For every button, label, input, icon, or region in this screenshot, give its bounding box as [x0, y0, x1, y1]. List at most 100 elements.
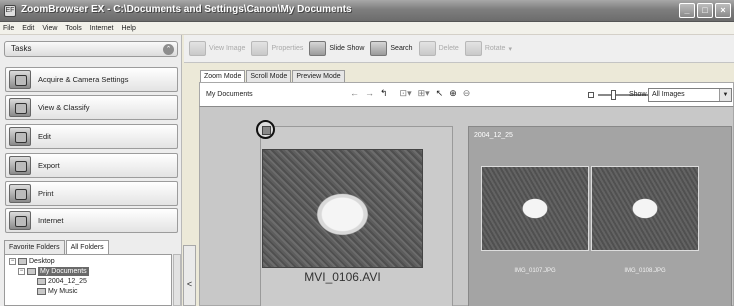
- zoom-in-icon[interactable]: ⊕: [449, 88, 457, 99]
- slide-show-icon: [309, 41, 327, 56]
- printer-icon: [9, 184, 31, 203]
- menu-bar: File Edit View Tools Internet Help: [0, 22, 734, 35]
- movie-thumbnail[interactable]: [262, 149, 423, 268]
- toolbar: View Image Properties Slide Show Search …: [184, 35, 734, 63]
- task-label: View & Classify: [38, 103, 90, 112]
- collapse-panel-button[interactable]: <: [183, 245, 196, 306]
- view-classify-icon: [9, 98, 31, 117]
- image-browser-area: MVI_0106.AVI 2004_12_25 IMG_0107.JPG IMG…: [199, 106, 734, 306]
- tree-item-my-documents[interactable]: − My Documents: [18, 267, 89, 276]
- menu-tools[interactable]: Tools: [65, 25, 81, 32]
- task-label: Edit: [38, 132, 51, 141]
- movie-icon: [256, 120, 275, 139]
- menu-view[interactable]: View: [42, 25, 57, 32]
- breadcrumb: My Documents: [206, 91, 253, 98]
- window-title: ZoomBrowser EX - C:\Documents and Settin…: [21, 4, 352, 15]
- globe-icon: [9, 211, 31, 230]
- back-arrow-icon[interactable]: ←: [350, 88, 359, 99]
- tasks-header[interactable]: Tasks ⌃: [4, 41, 178, 57]
- rotate-button[interactable]: Rotate ▾: [464, 41, 512, 56]
- pointer-icon[interactable]: ↖: [436, 88, 444, 99]
- task-label: Acquire & Camera Settings: [38, 75, 129, 84]
- menu-edit[interactable]: Edit: [22, 25, 34, 32]
- tab-favorite-folders[interactable]: Favorite Folders: [4, 240, 65, 254]
- rotate-label: Rotate: [484, 45, 506, 52]
- task-acquire-camera-settings[interactable]: Acquire & Camera Settings: [5, 67, 178, 92]
- small-thumbnail-icon: [588, 92, 594, 98]
- select-mode-icon[interactable]: ⊡▾: [400, 88, 412, 99]
- delete-button[interactable]: Delete: [418, 41, 459, 56]
- view-image-icon: [189, 41, 206, 56]
- chevron-down-icon[interactable]: ▾: [508, 45, 512, 53]
- collapse-icon[interactable]: ⌃: [163, 44, 174, 55]
- slide-show-button[interactable]: Slide Show: [309, 41, 364, 56]
- tree-item-label: 2004_12_25: [48, 278, 87, 285]
- view-image-button[interactable]: View Image: [189, 41, 245, 56]
- tree-item-label: My Music: [48, 288, 78, 295]
- up-folder-icon[interactable]: ↰: [380, 88, 388, 99]
- movie-caption: MVI_0106.AVI: [304, 270, 381, 284]
- properties-button[interactable]: Properties: [251, 41, 303, 56]
- tree-item-label: My Documents: [38, 267, 89, 276]
- tree-item-label: Desktop: [29, 258, 55, 265]
- tree-item-2004-12-25[interactable]: 2004_12_25: [37, 277, 87, 286]
- task-internet[interactable]: Internet: [5, 208, 178, 233]
- collapse-tree-icon[interactable]: −: [9, 258, 16, 265]
- menu-file[interactable]: File: [3, 25, 14, 32]
- tree-item-desktop[interactable]: − Desktop: [9, 257, 55, 266]
- collapse-tree-icon[interactable]: −: [18, 268, 25, 275]
- forward-arrow-icon[interactable]: →: [365, 88, 374, 99]
- folder-icon: [37, 278, 46, 285]
- image-caption: IMG_0108.JPG: [624, 268, 666, 274]
- folder-group-label: 2004_12_25: [474, 132, 513, 139]
- chevron-down-icon[interactable]: ▼: [719, 89, 731, 101]
- music-folder-icon: [37, 288, 46, 295]
- tree-item-my-music[interactable]: My Music: [37, 287, 78, 296]
- tab-preview-mode[interactable]: Preview Mode: [292, 70, 345, 82]
- task-label: Internet: [38, 216, 64, 225]
- folder-icon: [27, 268, 36, 275]
- tasks-header-label: Tasks: [11, 44, 32, 53]
- camera-icon: [9, 70, 31, 89]
- close-button[interactable]: ×: [715, 3, 731, 18]
- show-filter-select[interactable]: All Images ▼: [648, 88, 732, 102]
- view-bar: My Documents ← → ↰ ⊡▾ ⊞▾ ↖ ⊕ ⊖ Show All …: [199, 82, 734, 106]
- desktop-icon: [18, 258, 27, 265]
- search-label: Search: [390, 45, 413, 52]
- tab-scroll-mode[interactable]: Scroll Mode: [246, 70, 292, 82]
- show-filter-value: All Images: [652, 91, 685, 98]
- folder-tabs: Favorite Folders All Folders: [4, 240, 109, 254]
- search-icon: [370, 41, 388, 56]
- view-image-label: View Image: [209, 45, 246, 52]
- zoom-slider-knob[interactable]: [611, 90, 617, 100]
- sort-icon[interactable]: ⊞▾: [418, 88, 430, 99]
- export-icon: [9, 156, 31, 175]
- minimize-button[interactable]: _: [679, 3, 695, 18]
- image-caption: IMG_0107.JPG: [514, 268, 556, 274]
- image-thumbnail[interactable]: [591, 166, 699, 251]
- task-panel: Tasks ⌃ Acquire & Camera Settings View &…: [0, 35, 182, 306]
- task-view-classify[interactable]: View & Classify: [5, 95, 178, 120]
- tree-scrollbar[interactable]: [173, 254, 181, 306]
- trash-icon: [418, 41, 436, 56]
- title-bar: EF ZoomBrowser EX - C:\Documents and Set…: [0, 0, 734, 22]
- edit-icon: [9, 127, 31, 146]
- task-print[interactable]: Print: [5, 181, 178, 206]
- navigation-buttons: ← → ↰ ⊡▾ ⊞▾ ↖ ⊕ ⊖: [350, 88, 470, 99]
- delete-label: Delete: [438, 45, 459, 52]
- task-label: Print: [38, 189, 54, 198]
- maximize-button[interactable]: □: [697, 3, 713, 18]
- tab-zoom-mode[interactable]: Zoom Mode: [200, 70, 246, 82]
- zoom-out-icon[interactable]: ⊖: [463, 88, 471, 99]
- task-export[interactable]: Export: [5, 153, 178, 178]
- image-thumbnail[interactable]: [481, 166, 589, 251]
- menu-internet[interactable]: Internet: [90, 25, 114, 32]
- window-controls: _ □ ×: [679, 3, 731, 18]
- properties-label: Properties: [271, 45, 304, 52]
- app-icon: EF: [4, 5, 16, 17]
- search-button[interactable]: Search: [370, 41, 413, 56]
- tab-all-folders[interactable]: All Folders: [65, 240, 109, 254]
- menu-help[interactable]: Help: [121, 25, 135, 32]
- task-label: Export: [38, 161, 60, 170]
- task-edit[interactable]: Edit: [5, 124, 178, 149]
